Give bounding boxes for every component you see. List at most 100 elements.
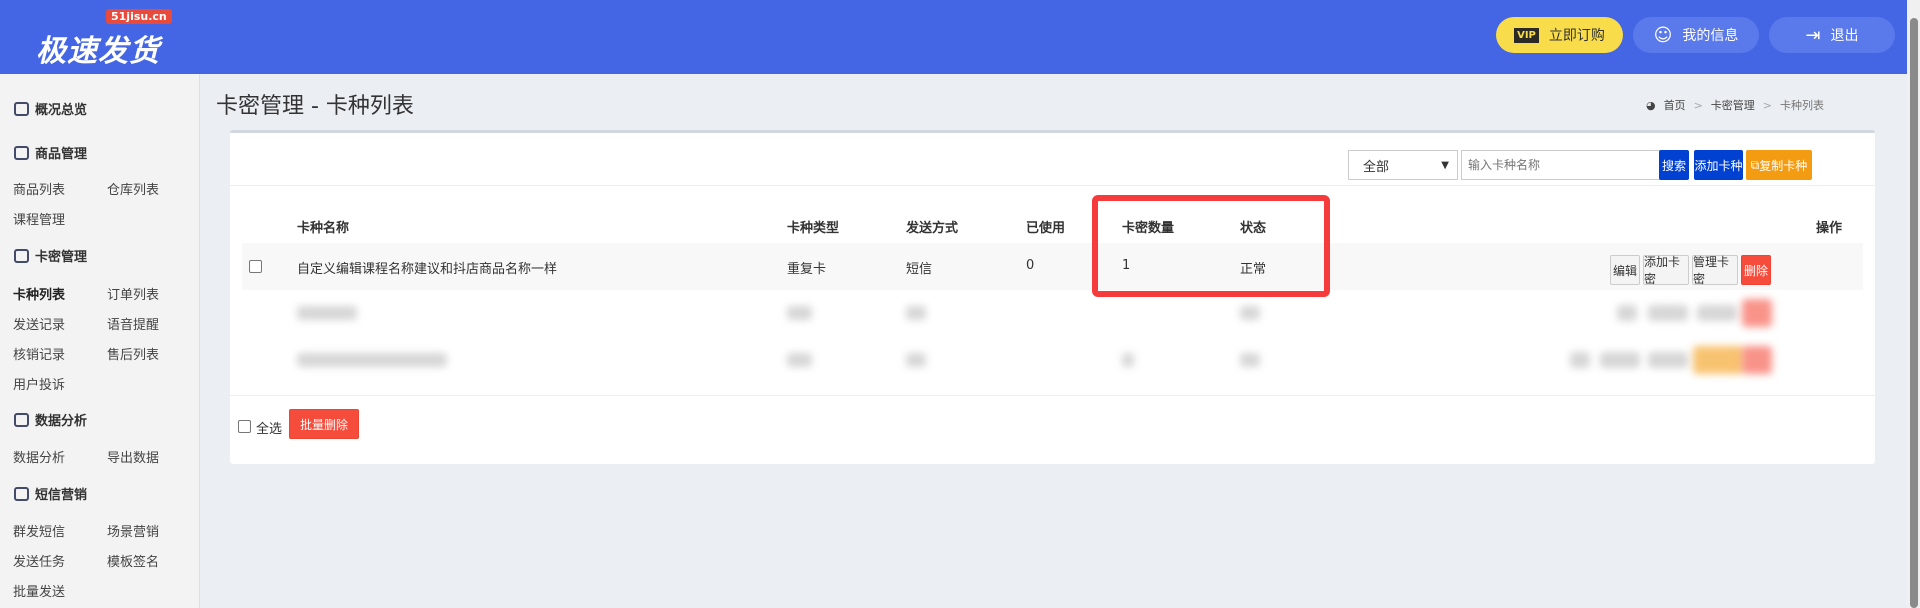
sidebar-item[interactable]: 核销记录 xyxy=(13,344,65,363)
blurred-row-content xyxy=(787,306,812,320)
vip-icon: VIP xyxy=(1514,27,1539,43)
blurred-row-content xyxy=(1570,352,1590,368)
mail-icon xyxy=(14,486,29,501)
sidebar-item[interactable]: 订单列表 xyxy=(107,284,159,303)
batch-delete-button[interactable]: 批量删除 xyxy=(289,409,359,439)
home-icon xyxy=(14,101,29,116)
copy-card-type-button[interactable]: ⧉ 复制卡种 xyxy=(1746,150,1812,180)
cell-used: 0 xyxy=(1026,258,1035,273)
dashboard-icon: ◕ xyxy=(1645,98,1656,112)
scrollbar-thumb[interactable] xyxy=(1910,18,1918,608)
blurred-row-content xyxy=(1648,352,1688,368)
blurred-row-content xyxy=(1240,306,1260,320)
row-checkbox[interactable] xyxy=(249,260,262,273)
status-filter-select[interactable]: 全部 ▼ xyxy=(1348,150,1458,180)
select-all-label[interactable]: 全选 xyxy=(256,418,282,437)
cell-name: 自定义编辑课程名称建议和抖店商品名称一样 xyxy=(297,262,558,277)
blurred-row-content xyxy=(1742,346,1772,374)
sidebar-item[interactable]: 仓库列表 xyxy=(107,179,159,198)
sidebar-item[interactable]: 批量发送 xyxy=(13,581,65,600)
divider xyxy=(230,185,1875,186)
col-used: 已使用 xyxy=(1026,221,1066,236)
blurred-row-content xyxy=(297,306,357,320)
chart-icon xyxy=(14,412,29,427)
blurred-row-content xyxy=(1693,346,1743,374)
profile-label: 我的信息 xyxy=(1682,28,1739,44)
page-title: 卡密管理 - 卡种列表 xyxy=(216,94,414,119)
sidebar-item[interactable]: 数据分析 xyxy=(13,447,65,466)
chevron-down-icon: ▼ xyxy=(1441,159,1449,171)
scrollbar[interactable] xyxy=(1907,0,1920,608)
card-type-panel: 全部▼ 搜索 添加卡种 ⧉复制卡种 卡种名称 卡种类型 发送方式 已使用 卡密数… xyxy=(230,130,1875,464)
label: 商品管理 xyxy=(35,147,88,162)
card-icon xyxy=(14,248,29,263)
sidebar: 概况总览 商品管理 商品列表 仓库列表 课程管理 卡密管理 卡种列表 订单列表 … xyxy=(0,74,200,608)
sidebar-item[interactable]: 商品列表 xyxy=(13,179,65,198)
logo-badge: 51jisu.cn xyxy=(106,9,172,24)
sidebar-item[interactable]: 模板签名 xyxy=(107,551,159,570)
col-send: 发送方式 xyxy=(906,221,959,236)
sidebar-section-goods[interactable]: 商品管理 xyxy=(14,143,87,162)
label: 数据分析 xyxy=(35,414,88,429)
blurred-row-content xyxy=(906,353,926,367)
sidebar-item-overview[interactable]: 概况总览 xyxy=(14,99,87,118)
sidebar-section-sms[interactable]: 短信营销 xyxy=(14,484,87,503)
sidebar-item[interactable]: 场景营销 xyxy=(107,521,159,540)
delete-button[interactable]: 删除 xyxy=(1741,255,1771,285)
top-header: 极速发货 51jisu.cn VIP 立即订购 ☺ 我的信息 ⇥ 退出 xyxy=(0,0,1907,74)
breadcrumb-cards[interactable]: 卡密管理 xyxy=(1711,97,1755,113)
add-card-type-button[interactable]: 添加卡种 xyxy=(1694,150,1743,180)
sidebar-item[interactable]: 群发短信 xyxy=(13,521,65,540)
blurred-row-content xyxy=(1697,305,1737,321)
label: 概况总览 xyxy=(35,103,88,118)
blurred-row-content xyxy=(906,306,926,320)
blurred-row-content xyxy=(297,353,447,367)
divider xyxy=(230,395,1875,396)
user-icon: ☺ xyxy=(1653,24,1673,46)
sidebar-item[interactable]: 发送记录 xyxy=(13,314,65,333)
breadcrumb: ◕ 首页 > 卡密管理 > 卡种列表 xyxy=(1645,97,1824,113)
edit-button[interactable]: 编辑 xyxy=(1610,255,1640,285)
col-name: 卡种名称 xyxy=(297,221,350,236)
blurred-row-content xyxy=(1240,353,1260,367)
sidebar-item[interactable]: 售后列表 xyxy=(107,344,159,363)
bag-icon xyxy=(14,145,29,160)
sidebar-item[interactable]: 发送任务 xyxy=(13,551,65,570)
blurred-row-content xyxy=(787,353,812,367)
copy-label: 复制卡种 xyxy=(1759,158,1808,173)
highlight-box xyxy=(1092,195,1330,297)
breadcrumb-home[interactable]: 首页 xyxy=(1664,97,1686,113)
search-button[interactable]: 搜索 xyxy=(1659,150,1689,180)
cell-send: 短信 xyxy=(906,262,933,277)
logout-icon: ⇥ xyxy=(1805,24,1821,46)
manage-cards-button[interactable]: 管理卡密 xyxy=(1692,255,1738,286)
logo[interactable]: 极速发货 xyxy=(36,26,160,70)
filter-value: 全部 xyxy=(1363,159,1390,175)
add-card-button[interactable]: 添加卡密 xyxy=(1643,255,1689,286)
copy-icon: ⧉ xyxy=(1750,157,1760,172)
search-input[interactable] xyxy=(1461,150,1660,180)
label: 卡密管理 xyxy=(35,250,88,265)
blurred-row-content xyxy=(1617,305,1637,321)
col-type: 卡种类型 xyxy=(787,221,840,236)
sidebar-item[interactable]: 课程管理 xyxy=(13,209,65,228)
order-button[interactable]: VIP 立即订购 xyxy=(1496,17,1623,53)
sidebar-item[interactable]: 导出数据 xyxy=(107,447,159,466)
blurred-row-content xyxy=(1600,352,1640,368)
breadcrumb-current: 卡种列表 xyxy=(1780,99,1824,112)
cell-type: 重复卡 xyxy=(787,262,827,277)
logout-button[interactable]: ⇥ 退出 xyxy=(1769,17,1895,53)
blurred-row-content xyxy=(1648,305,1688,321)
logout-label: 退出 xyxy=(1830,28,1859,44)
profile-button[interactable]: ☺ 我的信息 xyxy=(1633,17,1759,53)
blurred-row-content xyxy=(1742,299,1772,327)
col-actions: 操作 xyxy=(1816,221,1843,236)
sidebar-item[interactable]: 用户投诉 xyxy=(13,374,65,393)
label: 短信营销 xyxy=(35,488,88,503)
sidebar-item-active[interactable]: 卡种列表 xyxy=(13,284,65,303)
order-label: 立即订购 xyxy=(1548,28,1605,44)
sidebar-section-cards[interactable]: 卡密管理 xyxy=(14,246,87,265)
select-all-checkbox[interactable] xyxy=(238,420,251,433)
sidebar-section-analysis[interactable]: 数据分析 xyxy=(14,410,87,429)
sidebar-item[interactable]: 语音提醒 xyxy=(107,314,159,333)
